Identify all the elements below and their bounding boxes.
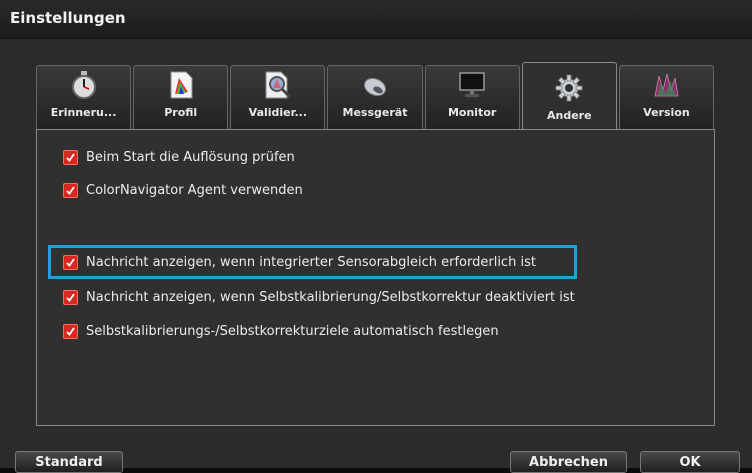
option-use-agent[interactable]: ColorNavigator Agent verwenden (63, 180, 303, 200)
checkmark-icon (66, 257, 75, 267)
tab-measuring-device[interactable]: Messgerät (327, 65, 423, 129)
tab-label: Andere (546, 109, 592, 122)
profile-document-icon (170, 71, 193, 99)
gear-icon (555, 74, 583, 102)
option-label: ColorNavigator Agent verwenden (86, 182, 303, 198)
checkbox-checked[interactable] (63, 182, 78, 198)
option-auto-set-targets[interactable]: Selbstkalibrierungs-/Selbstkorrekturziel… (63, 321, 499, 341)
checkmark-icon (66, 185, 75, 195)
tab-validation[interactable]: Validier... (230, 65, 326, 129)
option-label: Beim Start die Auflösung prüfen (86, 149, 295, 165)
checkbox-checked[interactable] (63, 289, 78, 305)
tab-label: Profil (164, 106, 198, 119)
version-logo-icon (654, 73, 679, 97)
checkbox-checked[interactable] (63, 323, 78, 339)
option-label: Selbstkalibrierungs-/Selbstkorrekturziel… (86, 323, 499, 339)
tab-label: Messgerät (342, 106, 408, 119)
option-check-resolution[interactable]: Beim Start die Auflösung prüfen (63, 147, 295, 167)
validation-magnifier-icon (265, 71, 291, 99)
checkmark-icon (66, 152, 75, 162)
standard-button[interactable]: Standard (15, 451, 123, 473)
tab-label: Version (643, 106, 690, 119)
checkbox-checked[interactable] (63, 254, 78, 270)
tab-other[interactable]: Andere (521, 62, 617, 129)
option-label: Nachricht anzeigen, wenn Selbstkalibrier… (86, 289, 575, 305)
measuring-device-icon (363, 77, 387, 97)
tab-reminder[interactable]: Erinneru... (36, 65, 132, 129)
window-title: Einstellungen (10, 9, 126, 27)
monitor-icon (459, 72, 485, 97)
tab-label: Validier... (248, 106, 308, 119)
options-panel: Beim Start die Auflösung prüfen ColorNav… (36, 129, 715, 426)
settings-window: Einstellungen Erinneru... Profil Validie… (0, 0, 752, 473)
option-self-calibration-disabled-message[interactable]: Nachricht anzeigen, wenn Selbstkalibrier… (63, 287, 575, 307)
checkmark-icon (66, 292, 75, 302)
option-label: Nachricht anzeigen, wenn integrierter Se… (86, 254, 536, 270)
stopwatch-icon (71, 71, 96, 99)
checkbox-checked[interactable] (63, 149, 78, 165)
tab-label: Erinneru... (50, 106, 117, 119)
tab-monitor[interactable]: Monitor (424, 65, 520, 129)
tab-label: Monitor (447, 106, 497, 119)
tab-version[interactable]: Version (618, 65, 714, 129)
cancel-button[interactable]: Abbrechen (510, 451, 627, 473)
tab-profile[interactable]: Profil (133, 65, 229, 129)
tab-bar: Erinneru... Profil Validier... Messgerät… (36, 62, 716, 129)
option-sensor-correlation-message[interactable]: Nachricht anzeigen, wenn integrierter Se… (63, 252, 536, 272)
ok-button[interactable]: OK (640, 451, 740, 473)
title-bar: Einstellungen (0, 0, 752, 39)
checkmark-icon (66, 326, 75, 336)
